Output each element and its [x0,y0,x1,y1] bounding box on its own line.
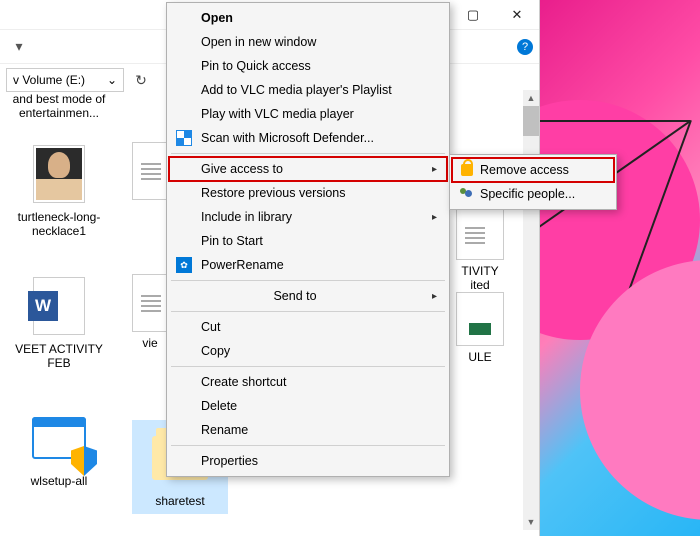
ctx-label: Scan with Microsoft Defender... [201,131,374,145]
address-dropdown-icon[interactable]: ⌄ [107,73,117,87]
give-access-submenu: Remove access Specific people... [449,154,617,210]
close-button[interactable]: ✕ [495,0,539,30]
lock-icon [458,161,476,179]
help-icon[interactable]: ? [517,39,533,55]
submenu-arrow-icon: ▸ [432,291,437,302]
ctx-label: Give access to [201,162,283,176]
excel-document-icon [456,292,504,346]
ctx-open[interactable]: Open [169,6,447,30]
address-text: v Volume (E:) [13,73,85,87]
ctx-restore-versions[interactable]: Restore previous versions [169,181,447,205]
recent-dropdown-icon[interactable]: ▾ [6,34,32,60]
file-item[interactable]: turtleneck-long-necklace1 [4,142,114,238]
submenu-arrow-icon: ▸ [432,212,437,223]
ctx-open-new-window[interactable]: Open in new window [169,30,447,54]
ctx-pin-start[interactable]: Pin to Start [169,229,447,253]
ctx-label: Send to [273,289,316,303]
image-thumbnail-icon [27,142,91,206]
address-path[interactable]: v Volume (E:) ⌄ [6,68,124,92]
people-icon [458,185,476,203]
submenu-remove-access[interactable]: Remove access [452,158,614,182]
file-label: ited [450,278,510,292]
document-icon [130,142,170,200]
ctx-properties[interactable]: Properties [169,449,447,473]
file-label: ULE [450,350,510,364]
ctx-give-access-to[interactable]: Give access to ▸ [169,157,447,181]
ctx-label: Include in library [201,210,292,224]
file-item[interactable]: wlsetup-all [4,406,114,488]
file-label: TIVITY [450,264,510,278]
ctx-play-vlc[interactable]: Play with VLC media player [169,102,447,126]
installer-icon [27,406,91,470]
file-label: and best mode of entertainmen... [4,92,114,120]
file-item[interactable]: and best mode of entertainmen... [4,92,114,120]
ctx-separator [171,311,445,312]
ctx-label: Specific people... [480,187,575,201]
file-label: sharetest [132,494,228,508]
file-item[interactable] [130,142,170,204]
ctx-include-library[interactable]: Include in library ▸ [169,205,447,229]
ctx-send-to[interactable]: Send to ▸ [169,284,447,308]
submenu-arrow-icon: ▸ [432,164,437,175]
refresh-button[interactable]: ↻ [130,69,152,91]
ctx-separator [171,280,445,281]
word-document-icon: W [27,274,91,338]
file-item-partial[interactable]: ULE [450,292,510,364]
ctx-label: Remove access [480,163,569,177]
defender-shield-icon [175,129,193,147]
ctx-powerrename[interactable]: ✿ PowerRename [169,253,447,277]
ctx-scan-defender[interactable]: Scan with Microsoft Defender... [169,126,447,150]
ctx-separator [171,153,445,154]
ctx-copy[interactable]: Copy [169,339,447,363]
file-item-partial[interactable]: TIVITY ited [450,206,510,292]
ctx-delete[interactable]: Delete [169,394,447,418]
ctx-label: PowerRename [201,258,284,272]
ctx-pin-quick-access[interactable]: Pin to Quick access [169,54,447,78]
ctx-create-shortcut[interactable]: Create shortcut [169,370,447,394]
ctx-cut[interactable]: Cut [169,315,447,339]
ctx-separator [171,445,445,446]
ctx-separator [171,366,445,367]
file-label: VEET ACTIVITY FEB [4,342,114,370]
document-icon [130,274,170,332]
shield-overlay-icon [71,446,97,476]
file-label: turtleneck-long-necklace1 [4,210,114,238]
file-label: wlsetup-all [4,474,114,488]
file-item[interactable]: W VEET ACTIVITY FEB [4,274,114,370]
file-item[interactable]: vie [130,274,170,350]
context-menu: Open Open in new window Pin to Quick acc… [166,2,450,477]
ctx-add-vlc-playlist[interactable]: Add to VLC media player's Playlist [169,78,447,102]
submenu-specific-people[interactable]: Specific people... [452,182,614,206]
powerrename-icon: ✿ [175,256,193,274]
desktop-wallpaper [540,0,700,536]
file-label: vie [130,336,170,350]
ctx-rename[interactable]: Rename [169,418,447,442]
document-icon [456,206,504,260]
maximize-button[interactable]: ▢ [451,0,495,30]
